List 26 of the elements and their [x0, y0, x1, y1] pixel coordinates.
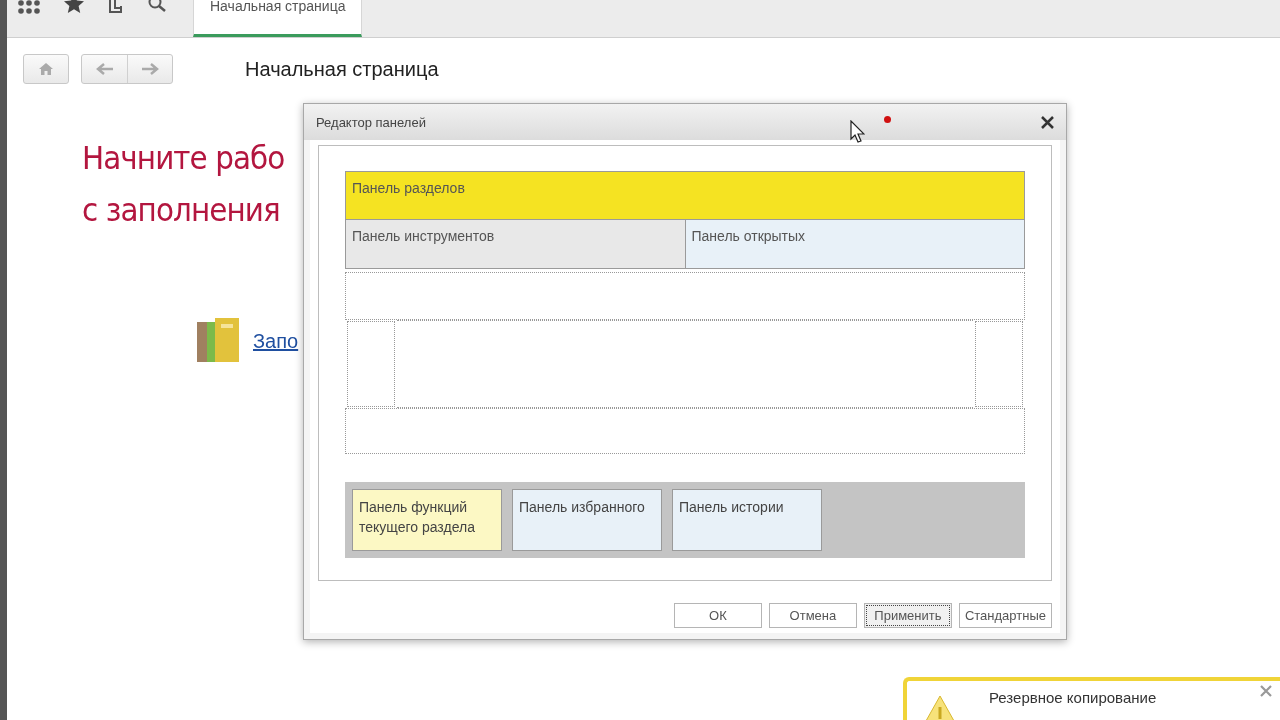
- page-title: Начальная страница: [245, 57, 439, 81]
- dialog-button[interactable]: ОК: [673, 603, 762, 628]
- available-panel[interactable]: Панель функций текущего раздела: [352, 489, 502, 551]
- layout-panel[interactable]: Панель инструментов: [345, 220, 686, 269]
- dialog-title: Редактор панелей: [316, 114, 426, 130]
- search-icon[interactable]: [148, 0, 166, 12]
- welcome-heading: с заполнения: [82, 190, 280, 231]
- tab[interactable]: Начальная страница: [193, 0, 363, 37]
- right-arrow-icon: [141, 63, 159, 75]
- star-icon[interactable]: [64, 0, 84, 14]
- dialog-button[interactable]: Применить: [863, 603, 952, 628]
- apps-grid-icon[interactable]: [18, 0, 40, 14]
- layout-panel[interactable]: Панель открытых: [685, 220, 1025, 269]
- fill-link[interactable]: Запо: [253, 329, 299, 353]
- notification-title: Резервное копирование: [989, 689, 1158, 708]
- available-panel[interactable]: Панель избранного: [512, 489, 662, 551]
- dialog-button[interactable]: Стандартные: [958, 603, 1052, 628]
- record-dot-icon: [884, 116, 891, 123]
- welcome-heading: Начните рабо: [82, 138, 285, 179]
- sections-panel[interactable]: Панель разделов: [345, 171, 1025, 220]
- home-icon: [38, 62, 54, 76]
- document-icon[interactable]: [108, 0, 124, 14]
- dialog-button[interactable]: Отмена: [768, 603, 857, 628]
- available-panel[interactable]: Панель истории: [672, 489, 822, 551]
- left-arrow-icon: [95, 63, 114, 75]
- close-icon[interactable]: [1041, 115, 1054, 129]
